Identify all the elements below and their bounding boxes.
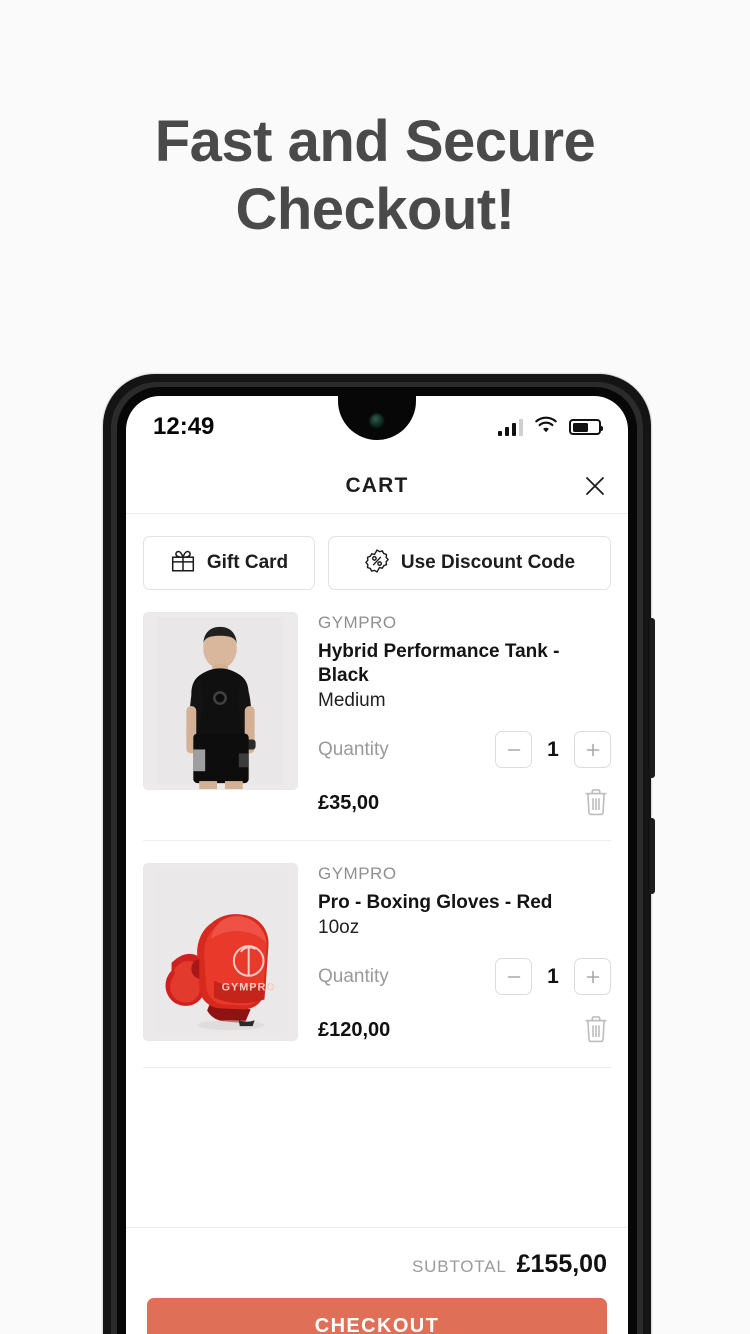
product-thumbnail[interactable] — [143, 612, 298, 790]
price-row: £120,00 — [318, 1013, 611, 1047]
phone-device-frame: 12:49 CART Gift Card Use Discount Code G… — [103, 374, 655, 1334]
increase-quantity-button[interactable] — [574, 731, 611, 768]
product-info: GYMPRO Hybrid Performance Tank - Black M… — [318, 612, 611, 820]
svg-text:GYMPRO: GYMPRO — [222, 982, 276, 994]
decrease-quantity-button[interactable] — [495, 958, 532, 995]
status-time: 12:49 — [153, 413, 215, 440]
page-title: CART — [345, 473, 409, 497]
product-price: £120,00 — [318, 1018, 391, 1041]
product-variant: 10oz — [318, 917, 360, 938]
cart-item: GYMPRO GYMPRO Pro - Boxing Gloves - Red … — [143, 841, 611, 1068]
promo-buttons-row: Gift Card Use Discount Code — [126, 514, 628, 590]
product-thumbnail[interactable]: GYMPRO — [143, 863, 298, 1041]
headline-line-2: Checkout! — [235, 177, 515, 242]
product-info: GYMPRO Pro - Boxing Gloves - Red 10oz Qu… — [318, 863, 611, 1047]
quantity-stepper: 1 — [495, 731, 611, 768]
front-camera-icon — [369, 413, 385, 429]
close-icon[interactable] — [580, 471, 610, 501]
quantity-row: Quantity 1 — [318, 731, 611, 768]
product-price: £35,00 — [318, 791, 380, 814]
subtotal-value: £155,00 — [516, 1250, 607, 1278]
app-header: CART — [126, 458, 628, 514]
signal-bars-icon — [497, 418, 523, 436]
volume-button[interactable] — [650, 618, 655, 778]
subtotal-row: SUBTOTAL £155,00 — [147, 1250, 607, 1279]
cart-footer: SUBTOTAL £155,00 CHECKOUT — [126, 1227, 628, 1334]
headline-line-1: Fast and Secure — [154, 109, 596, 174]
cart-items-list: GYMPRO Hybrid Performance Tank - Black M… — [126, 590, 628, 1068]
gift-card-button[interactable]: Gift Card — [143, 536, 315, 590]
price-row: £35,00 — [318, 786, 611, 820]
battery-icon — [569, 419, 603, 435]
quantity-row: Quantity 1 — [318, 958, 611, 995]
quantity-value: 1 — [547, 737, 559, 761]
discount-code-button[interactable]: Use Discount Code — [328, 536, 611, 590]
quantity-value: 1 — [547, 964, 559, 988]
quantity-label: Quantity — [318, 965, 389, 987]
gift-card-label: Gift Card — [206, 552, 289, 573]
power-button[interactable] — [650, 818, 655, 894]
cart-item: GYMPRO Hybrid Performance Tank - Black M… — [143, 590, 611, 841]
quantity-stepper: 1 — [495, 958, 611, 995]
quantity-label: Quantity — [318, 738, 389, 760]
wifi-icon — [534, 413, 558, 441]
product-brand: GYMPRO — [318, 613, 397, 632]
trash-icon[interactable] — [581, 1013, 611, 1047]
product-name: Pro - Boxing Gloves - Red — [318, 892, 553, 913]
product-name: Hybrid Performance Tank - Black — [318, 641, 560, 686]
trash-icon[interactable] — [581, 786, 611, 820]
gift-icon — [170, 548, 196, 579]
discount-code-label: Use Discount Code — [400, 552, 576, 573]
product-variant: Medium — [318, 690, 386, 711]
decrease-quantity-button[interactable] — [495, 731, 532, 768]
status-indicators — [497, 413, 603, 441]
checkout-button[interactable]: CHECKOUT — [147, 1298, 607, 1334]
phone-screen: 12:49 CART Gift Card Use Discount Code G… — [126, 396, 628, 1334]
increase-quantity-button[interactable] — [574, 958, 611, 995]
product-brand: GYMPRO — [318, 864, 397, 883]
percent-badge-icon — [364, 548, 390, 579]
page-headline: Fast and Secure Checkout! — [0, 108, 750, 244]
subtotal-label: SUBTOTAL — [412, 1257, 507, 1276]
